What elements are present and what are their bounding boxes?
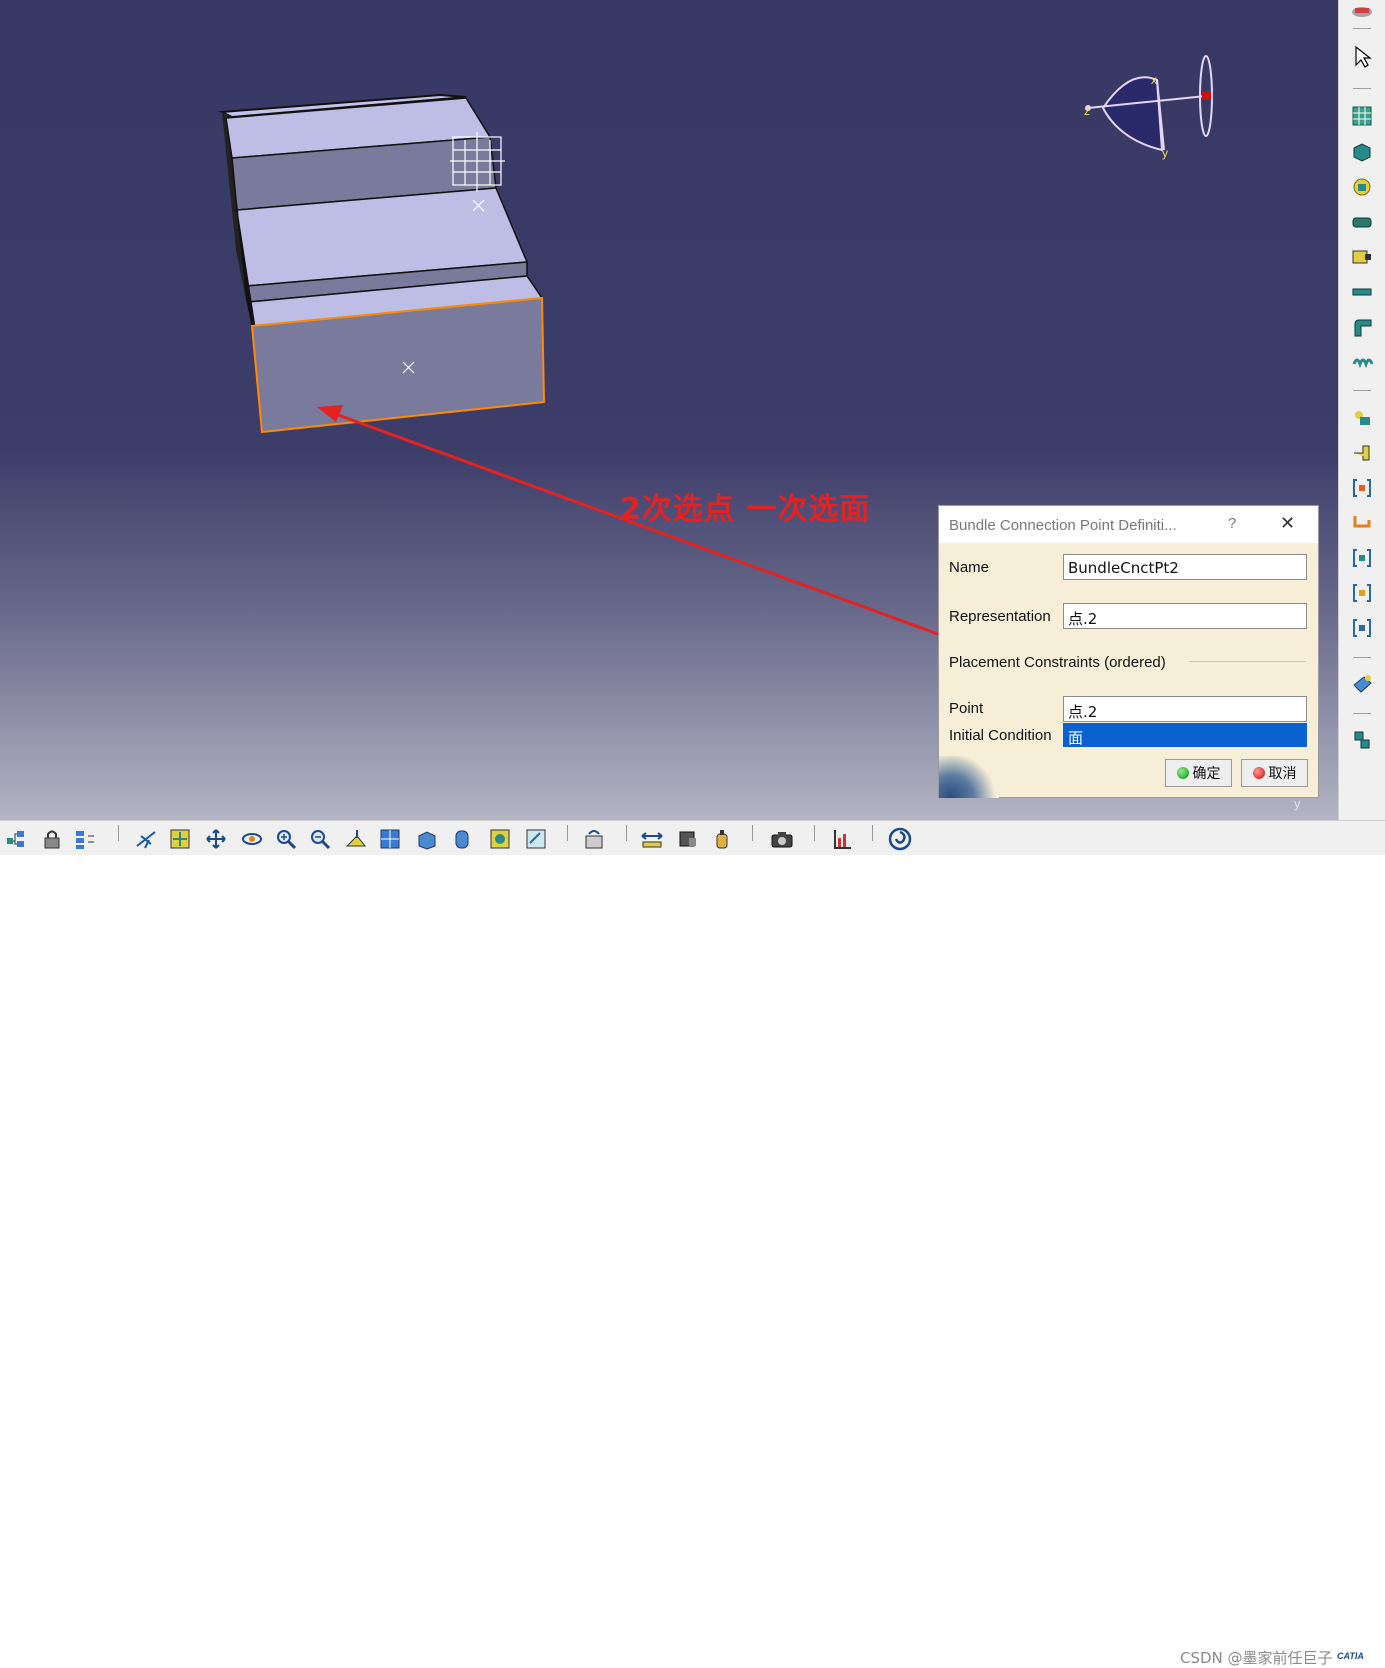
point-field[interactable]: 点.2 <box>1063 696 1307 722</box>
swirl-icon[interactable] <box>888 827 912 851</box>
group-divider <box>1189 661 1306 662</box>
name-label: Name <box>949 559 990 576</box>
bracket-left-icon[interactable] <box>1349 475 1375 501</box>
properties-book-icon[interactable] <box>1349 671 1375 697</box>
pan-icon[interactable] <box>204 827 228 851</box>
ok-button[interactable]: 确定 <box>1165 759 1232 787</box>
zoom-in-icon[interactable] <box>274 827 298 851</box>
workbench-icon[interactable] <box>1349 0 1375 26</box>
point-label: Point <box>949 700 984 717</box>
dialog-title: Bundle Connection Point Definiti... <box>949 517 1177 534</box>
bracket-icon-4[interactable] <box>1349 615 1375 641</box>
compass-widget[interactable]: x y z <box>1084 55 1213 160</box>
watermark: CSDN @墨家前任巨子 <box>1180 1649 1333 1667</box>
placement-constraints-group-label: Placement Constraints (ordered) <box>949 654 1166 671</box>
graph-icon[interactable] <box>830 827 854 851</box>
connector-icon[interactable] <box>1349 174 1375 200</box>
tree-icon[interactable] <box>4 827 28 851</box>
fit-all-icon[interactable] <box>168 827 192 851</box>
close-button[interactable]: ✕ <box>1280 513 1295 534</box>
measure-icon[interactable] <box>640 827 664 851</box>
inertia-icon[interactable] <box>676 827 700 851</box>
bottom-toolbar: CSDN @墨家前任巨子 CATIA <box>0 820 1385 1667</box>
bundle-connection-point-dialog[interactable]: Bundle Connection Point Definiti... ? ✕ … <box>938 505 1319 798</box>
connection-point-icon[interactable] <box>1349 440 1375 466</box>
hide-show-icon[interactable] <box>488 827 512 851</box>
initial-condition-label: Initial Condition <box>949 727 1052 744</box>
annotation-text: 2次选点 一次选面 <box>620 492 871 527</box>
bracket-icon-3[interactable] <box>1349 580 1375 606</box>
initial-condition-field[interactable]: 面 <box>1063 723 1307 747</box>
compass-z-label: z <box>1084 104 1090 118</box>
cancel-button[interactable]: 取消 <box>1241 759 1308 787</box>
ok-icon <box>1176 767 1189 779</box>
multi-view-icon[interactable] <box>378 827 402 851</box>
select-arrow-icon[interactable] <box>1349 44 1375 70</box>
bundle-point-icon[interactable] <box>1349 405 1375 431</box>
compass-y-label: y <box>1162 146 1168 160</box>
rotate-icon[interactable] <box>240 827 264 851</box>
help-button[interactable]: ? <box>1228 515 1236 532</box>
representation-label: Representation <box>949 608 1051 625</box>
compass-x-label: x <box>1151 73 1157 87</box>
right-toolbar <box>1338 0 1385 820</box>
cancel-button-label: 取消 <box>1268 766 1297 782</box>
device-icon[interactable] <box>1349 139 1375 165</box>
cable-segment-icon[interactable] <box>1349 209 1375 235</box>
cancel-icon <box>1252 767 1265 779</box>
analysis-icon[interactable] <box>1349 727 1375 753</box>
name-field[interactable]: BundleCnctPt2 <box>1063 554 1307 580</box>
pin-icon[interactable] <box>1349 279 1375 305</box>
camera-icon[interactable] <box>770 827 794 851</box>
shading-icon[interactable] <box>450 827 474 851</box>
dialog-titlebar[interactable]: Bundle Connection Point Definiti... ? ✕ <box>939 506 1318 543</box>
fly-mode-icon[interactable] <box>134 827 158 851</box>
grid-pattern-icon[interactable] <box>1349 103 1375 129</box>
material-icon[interactable] <box>710 827 734 851</box>
zoom-out-icon[interactable] <box>308 827 332 851</box>
filter-icon[interactable] <box>74 827 98 851</box>
bracket-icon-2[interactable] <box>1349 545 1375 571</box>
iso-view-icon[interactable] <box>414 827 438 851</box>
spring-icon[interactable] <box>1349 348 1375 374</box>
elbow-icon[interactable] <box>1349 314 1375 340</box>
backshell-icon[interactable] <box>1349 244 1375 270</box>
part-geometry[interactable] <box>218 93 546 434</box>
normal-view-icon[interactable] <box>344 827 368 851</box>
swap-visible-icon[interactable] <box>524 827 548 851</box>
lock-icon[interactable] <box>40 827 64 851</box>
route-icon[interactable] <box>1349 510 1375 536</box>
catia-logo: CATIA <box>1337 1651 1364 1661</box>
ok-button-label: 确定 <box>1192 766 1221 782</box>
axis-y-label: y <box>1294 796 1301 811</box>
3d-viewport[interactable]: x y z y 2次选点 一次选面 Bundle Connection Poin… <box>0 0 1338 820</box>
update-icon[interactable] <box>582 827 606 851</box>
representation-field[interactable]: 点.2 <box>1063 603 1307 629</box>
dialog-logo-decoration <box>939 756 999 798</box>
